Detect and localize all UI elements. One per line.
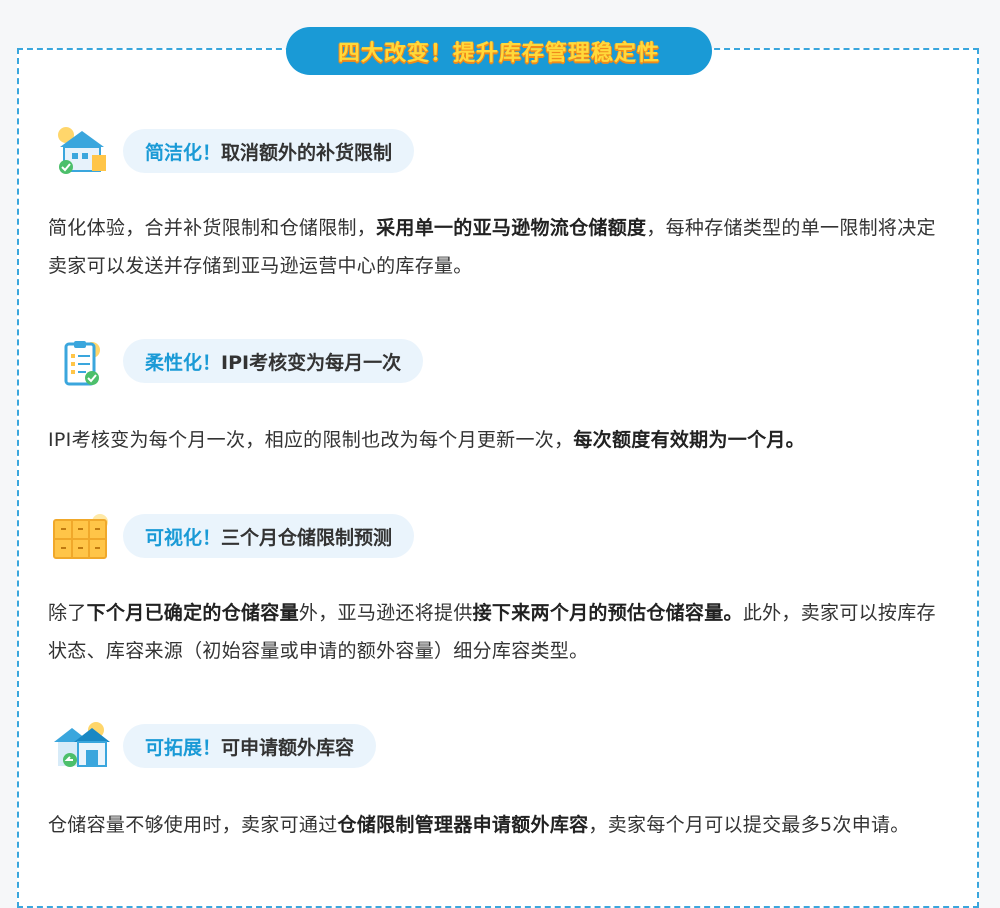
text-run: IPI考核变为每个月一次，相应的限制也改为每个月更新一次，: [48, 429, 574, 451]
section-heading: 三个月仓储限制预测: [221, 526, 393, 549]
storage-boxes-icon: [53, 514, 108, 559]
section-heading: 可申请额外库容: [221, 736, 355, 759]
house-warehouse-icon: [58, 127, 106, 174]
title-banner: 四大改变！提升库存管理稳定性: [286, 27, 712, 75]
section-heading: 取消额外的补货限制: [221, 141, 393, 164]
section-paragraph: IPI考核变为每个月一次，相应的限制也改为每个月更新一次，每次额度有效期为一个月…: [48, 421, 954, 459]
bold-run: 接下来两个月的预估仓储容量。: [472, 602, 743, 624]
bold-run: 采用单一的亚马逊物流仓储额度: [376, 217, 647, 239]
text-run: 仓储容量不够使用时，卖家可通过: [48, 814, 338, 836]
section-paragraph: 仓储容量不够使用时，卖家可通过仓储限制管理器申请额外库容，卖家每个月可以提交最多…: [48, 806, 954, 844]
text-run: 简化体验，合并补货限制和仓储限制，: [48, 217, 377, 239]
bold-run: 仓储限制管理器申请额外库容: [337, 814, 589, 836]
content-frame: [17, 48, 979, 908]
section-paragraph: 除了下个月已确定的仓储容量外，亚马逊还将提供接下来两个月的预估仓储容量。此外，卖…: [48, 594, 954, 670]
section-heading-pill: 柔性化！ IPI考核变为每月一次: [123, 339, 424, 383]
section-tag: 可视化！: [145, 526, 222, 549]
banner-title: 四大改变！提升库存管理稳定性: [337, 41, 660, 66]
warehouse-expand-icon: [54, 722, 110, 767]
bold-run: 下个月已确定的仓储容量: [86, 602, 299, 624]
section-heading-pill: 可拓展！ 可申请额外库容: [123, 724, 377, 768]
section-heading: IPI考核变为每月一次: [221, 351, 402, 374]
section-tag: 柔性化！: [145, 351, 222, 374]
text-run: ，卖家每个月可以提交最多5次申请。: [588, 814, 910, 836]
section-heading-pill: 可视化！ 三个月仓储限制预测: [123, 514, 415, 558]
clipboard-check-icon: [64, 341, 100, 386]
text-run: 除了: [48, 602, 87, 624]
bold-run: 每次额度有效期为一个月。: [573, 429, 805, 451]
text-run: 外，亚马逊还将提供: [298, 602, 473, 624]
section-paragraph: 简化体验，合并补货限制和仓储限制，采用单一的亚马逊物流仓储额度，每种存储类型的单…: [48, 209, 954, 285]
section-tag: 可拓展！: [145, 736, 222, 759]
section-tag: 简洁化！: [145, 141, 222, 164]
section-heading-pill: 简洁化！ 取消额外的补货限制: [123, 129, 415, 173]
